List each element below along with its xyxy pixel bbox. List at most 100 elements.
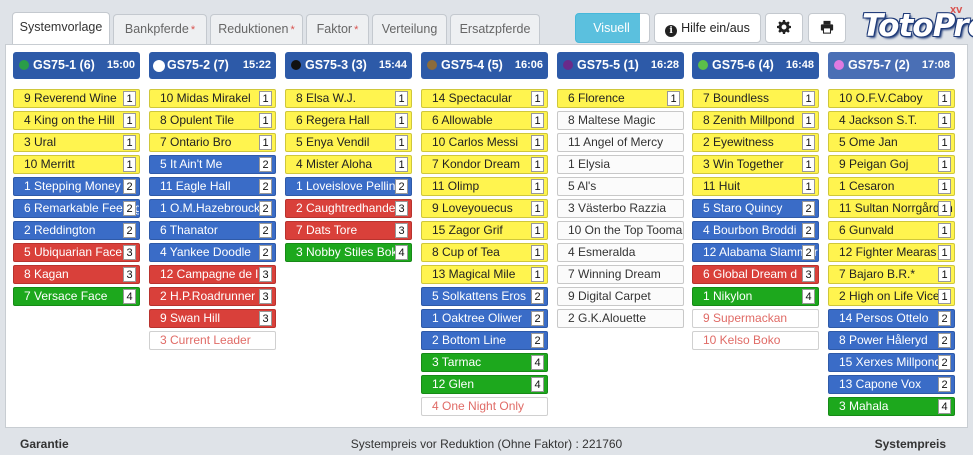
- race-header[interactable]: GS75-7 (2) 17:08: [828, 52, 955, 79]
- race-header[interactable]: GS75-2 (7) 15:22: [149, 52, 276, 79]
- tab-reduktionen[interactable]: Reduktionen *: [210, 14, 303, 44]
- horse-entry[interactable]: 14 Spectacular 1: [421, 89, 548, 108]
- horse-entry[interactable]: 7 Bajaro B.R.* 1: [828, 265, 955, 284]
- horse-entry[interactable]: 10 O.F.V.Caboy 1: [828, 89, 955, 108]
- horse-entry[interactable]: 3 Tarmac 4: [421, 353, 548, 372]
- horse-entry[interactable]: 5 Solkattens Eros 2: [421, 287, 548, 306]
- horse-entry[interactable]: 2 Eyewitness 1: [692, 133, 819, 152]
- horse-entry[interactable]: 9 Peigan Goj 1: [828, 155, 955, 174]
- horse-entry[interactable]: 9 Reverend Wine 1: [13, 89, 140, 108]
- horse-entry[interactable]: 4 Bourbon Broddi 2: [692, 221, 819, 240]
- horse-entry[interactable]: 6 Gunvald 1: [828, 221, 955, 240]
- horse-entry[interactable]: 1 Nikylon 4: [692, 287, 819, 306]
- horse-entry[interactable]: 7 Dats Tore 3: [285, 221, 412, 240]
- race-header[interactable]: GS75-5 (1) 16:28: [557, 52, 684, 79]
- horse-entry[interactable]: 6 Remarkable Feeling 2: [13, 199, 140, 218]
- horse-entry[interactable]: 6 Regera Hall 1: [285, 111, 412, 130]
- horse-entry[interactable]: 7 Kondor Dream 1: [421, 155, 548, 174]
- horse-entry[interactable]: 13 Magical Mile 1: [421, 265, 548, 284]
- tab-faktor[interactable]: Faktor *: [306, 14, 369, 44]
- horse-entry[interactable]: 2 H.P.Roadrunner 3: [149, 287, 276, 306]
- horse-entry[interactable]: 7 Winning Dream: [557, 265, 684, 284]
- race-header[interactable]: GS75-4 (5) 16:06: [421, 52, 548, 79]
- horse-entry[interactable]: 8 Cup of Tea 1: [421, 243, 548, 262]
- horse-entry[interactable]: 1 Elysia: [557, 155, 684, 174]
- print-button[interactable]: [808, 13, 846, 43]
- horse-entry[interactable]: 2 Reddington 2: [13, 221, 140, 240]
- race-header[interactable]: GS75-3 (3) 15:44: [285, 52, 412, 79]
- horse-entry[interactable]: 9 Swan Hill 3: [149, 309, 276, 328]
- horse-entry[interactable]: 9 Supermackan: [692, 309, 819, 328]
- horse-entry[interactable]: 13 Capone Vox 2: [828, 375, 955, 394]
- horse-entry[interactable]: 1 Cesaron 1: [828, 177, 955, 196]
- horse-entry[interactable]: 2 High on Life Vice 1: [828, 287, 955, 306]
- horse-entry[interactable]: 9 Loveyouecus 1: [421, 199, 548, 218]
- horse-entry[interactable]: 4 Jackson S.T. 1: [828, 111, 955, 130]
- horse-entry[interactable]: 11 Huit 1: [692, 177, 819, 196]
- horse-entry[interactable]: 11 Olimp 1: [421, 177, 548, 196]
- horse-entry[interactable]: 6 Florence 1: [557, 89, 684, 108]
- horse-entry[interactable]: 3 Win Together 1: [692, 155, 819, 174]
- tab-ersatzpferde[interactable]: Ersatzpferde: [450, 14, 540, 44]
- horse-entry[interactable]: 7 Ontario Bro 1: [149, 133, 276, 152]
- horse-entry[interactable]: 10 Merritt 1: [13, 155, 140, 174]
- horse-entry[interactable]: 8 Kagan 3: [13, 265, 140, 284]
- horse-entry[interactable]: 3 Västerbo Razzia: [557, 199, 684, 218]
- horse-entry[interactable]: 6 Allowable 1: [421, 111, 548, 130]
- horse-entry[interactable]: 3 Current Leader: [149, 331, 276, 350]
- horse-entry[interactable]: 1 Stepping Money 2: [13, 177, 140, 196]
- horse-entry[interactable]: 4 Esmeralda: [557, 243, 684, 262]
- horse-entry[interactable]: 12 Campagne de l3: [149, 265, 276, 284]
- settings-button[interactable]: [765, 13, 803, 43]
- horse-entry[interactable]: 4 Mister Aloha 1: [285, 155, 412, 174]
- horse-entry[interactable]: 6 Global Dream d 3: [692, 265, 819, 284]
- horse-entry[interactable]: 8 Zenith Millpond 1: [692, 111, 819, 130]
- horse-entry[interactable]: 3 Ural 1: [13, 133, 140, 152]
- horse-entry[interactable]: 15 Xerxes Millpond 2: [828, 353, 955, 372]
- horse-entry[interactable]: 3 Nobby Stiles Boko 4: [285, 243, 412, 262]
- horse-entry[interactable]: 5 Ome Jan 1: [828, 133, 955, 152]
- horse-entry[interactable]: 7 Versace Face 4: [13, 287, 140, 306]
- horse-entry[interactable]: 1 O.M.Hazebrouck 2: [149, 199, 276, 218]
- horse-entry[interactable]: 1 Oaktree Oliwer 2: [421, 309, 548, 328]
- horse-entry[interactable]: 10 Carlos Messi 1: [421, 133, 548, 152]
- visuell-toggle-extra[interactable]: [640, 13, 650, 43]
- horse-entry[interactable]: 3 Mahala 4: [828, 397, 955, 416]
- horse-entry[interactable]: 5 Enya Vendil 1: [285, 133, 412, 152]
- horse-entry[interactable]: 5 Al's: [557, 177, 684, 196]
- visuell-button[interactable]: Visuell: [575, 13, 648, 43]
- horse-entry[interactable]: 5 Staro Quincy 2: [692, 199, 819, 218]
- horse-entry[interactable]: 10 Kelso Boko: [692, 331, 819, 350]
- horse-entry[interactable]: 8 Elsa W.J. 1: [285, 89, 412, 108]
- tab-bankpferde[interactable]: Bankpferde *: [113, 14, 207, 44]
- horse-entry[interactable]: 10 Midas Mirakel 1: [149, 89, 276, 108]
- horse-entry[interactable]: 4 Yankee Doodle 2: [149, 243, 276, 262]
- horse-entry[interactable]: 11 Eagle Hall 2: [149, 177, 276, 196]
- tab-verteilung[interactable]: Verteilung: [372, 14, 447, 44]
- horse-entry[interactable]: 8 Power Håleryd 2: [828, 331, 955, 350]
- horse-entry[interactable]: 1 Loveislove Pellini 2: [285, 177, 412, 196]
- horse-entry[interactable]: 8 Maltese Magic: [557, 111, 684, 130]
- horse-entry[interactable]: 4 King on the Hill 1: [13, 111, 140, 130]
- race-header[interactable]: GS75-6 (4) 16:48: [692, 52, 819, 79]
- horse-entry[interactable]: 9 Digital Carpet: [557, 287, 684, 306]
- horse-entry[interactable]: 2 Bottom Line 2: [421, 331, 548, 350]
- tab-systemvorlage[interactable]: Systemvorlage: [12, 12, 110, 45]
- horse-entry[interactable]: 2 Caughtredhanded 3: [285, 199, 412, 218]
- horse-entry[interactable]: 6 Thanator 2: [149, 221, 276, 240]
- horse-entry[interactable]: 11 Angel of Mercy: [557, 133, 684, 152]
- horse-entry[interactable]: 7 Boundless 1: [692, 89, 819, 108]
- horse-entry[interactable]: 11 Sultan Norrgården 1: [828, 199, 955, 218]
- race-header[interactable]: GS75-1 (6) 15:00: [13, 52, 140, 79]
- horse-entry[interactable]: 5 It Ain't Me 2: [149, 155, 276, 174]
- horse-entry[interactable]: 12 Fighter Mearas 1: [828, 243, 955, 262]
- horse-entry[interactable]: 12 Alabama Slammer 2: [692, 243, 819, 262]
- horse-entry[interactable]: 15 Zagor Grif 1: [421, 221, 548, 240]
- horse-entry[interactable]: 14 Persos Ottelo 2: [828, 309, 955, 328]
- horse-entry[interactable]: 4 One Night Only: [421, 397, 548, 416]
- horse-entry[interactable]: 12 Glen 4: [421, 375, 548, 394]
- horse-entry[interactable]: 5 Ubiquarian Face 3: [13, 243, 140, 262]
- horse-entry[interactable]: 8 Opulent Tile 1: [149, 111, 276, 130]
- horse-entry[interactable]: 10 On the Top Tooma: [557, 221, 684, 240]
- help-toggle-button[interactable]: i Hilfe ein/aus: [654, 13, 761, 43]
